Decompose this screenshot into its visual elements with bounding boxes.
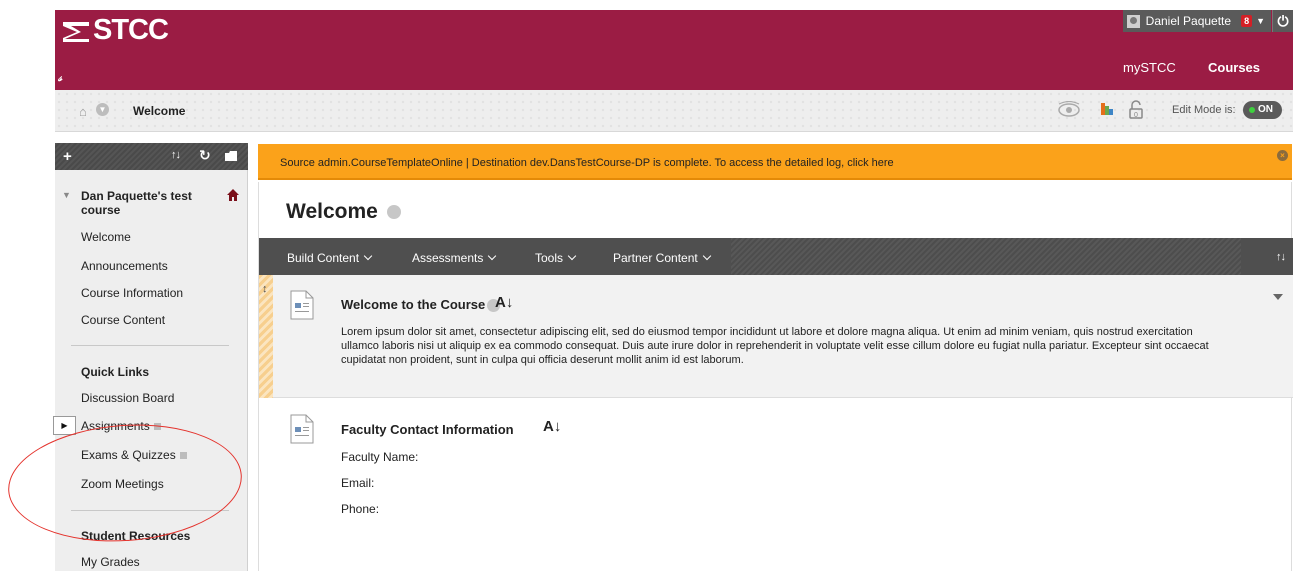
item-title-text: Welcome to the Course: [341, 297, 486, 312]
sidebar-toolbar: + ↑↓ ↻: [55, 143, 248, 170]
sidebar-item-assignments[interactable]: Assignments: [81, 419, 161, 433]
notification-badge[interactable]: 8: [1241, 15, 1253, 27]
header: STCC 𝓈 Daniel Paquette 8 ▼ ⏻ mySTCC Cour…: [55, 10, 1293, 90]
breadcrumb-bar: ⌂ ▼ Welcome 0 Edit Mode is: ON: [55, 90, 1293, 132]
hidden-from-students-icon: [153, 423, 161, 431]
page-title: Welcome: [286, 200, 378, 223]
unlock-icon[interactable]: 0: [1128, 100, 1144, 123]
hidden-from-students-icon: [179, 452, 187, 460]
quick-links-heading: Quick Links: [81, 365, 150, 379]
sidebar-item-label: Exams & Quizzes: [81, 448, 176, 462]
text-styling-icon[interactable]: A↓: [495, 294, 513, 311]
sidebar-item-welcome[interactable]: Welcome: [81, 230, 131, 244]
svg-text:0: 0: [1134, 112, 1138, 119]
nav-mystcc[interactable]: mySTCC: [1123, 60, 1176, 75]
app-window: STCC 𝓈 Daniel Paquette 8 ▼ ⏻ mySTCC Cour…: [0, 0, 1301, 571]
chevron-down-icon: [363, 251, 373, 261]
item-context-arrow-button[interactable]: ▶: [53, 416, 76, 435]
alert-message-link[interactable]: Source admin.CourseTemplateOnline | Dest…: [280, 157, 894, 169]
page-options-chevron-icon[interactable]: [387, 205, 401, 219]
menu-label: Tools: [535, 251, 564, 265]
main-content: Welcome Build Content Assessments Tools …: [258, 182, 1293, 571]
add-menu-item-icon[interactable]: +: [63, 148, 72, 165]
reorder-icon[interactable]: ↑↓: [171, 149, 181, 161]
sidebar-item-course-information[interactable]: Course Information: [81, 286, 183, 300]
item-body: Lorem ipsum dolor sit amet, consectetur …: [341, 326, 1209, 366]
course-menu-sidebar: + ↑↓ ↻ ▼ Dan Paquette's test course Welc…: [53, 143, 248, 571]
document-item-icon: [290, 414, 314, 444]
drag-arrows-icon[interactable]: ↕: [262, 283, 268, 295]
sidebar-item-discussion-board[interactable]: Discussion Board: [81, 391, 174, 405]
close-icon[interactable]: ×: [1277, 150, 1288, 161]
menu-label: Build Content: [287, 251, 360, 265]
course-name[interactable]: Dan Paquette's test course: [81, 189, 211, 217]
collapse-triangle-icon[interactable]: ▼: [62, 190, 71, 200]
sidebar-item-zoom-meetings[interactable]: Zoom Meetings: [81, 477, 164, 491]
user-menu[interactable]: Daniel Paquette 8 ▼: [1122, 10, 1271, 32]
partner-content-menu[interactable]: Partner Content: [613, 251, 711, 265]
chevron-down-icon: [488, 251, 497, 261]
student-resources-heading: Student Resources: [81, 529, 191, 543]
action-bar: Build Content Assessments Tools Partner …: [259, 238, 1293, 275]
item-menu-caret-icon[interactable]: [1273, 294, 1283, 300]
folder-view-icon[interactable]: [225, 150, 237, 161]
assessments-menu[interactable]: Assessments: [412, 251, 497, 265]
student-preview-eye-icon[interactable]: [1057, 100, 1081, 122]
email-field: Email:: [341, 476, 375, 490]
faculty-name-field: Faculty Name:: [341, 450, 419, 464]
chevron-down-icon: [567, 251, 577, 261]
chevron-down-icon[interactable]: ▼: [96, 103, 109, 116]
text-styling-icon[interactable]: A↓: [543, 418, 561, 435]
caret-down-icon[interactable]: ▼: [1256, 16, 1265, 26]
user-avatar-icon: [1126, 14, 1140, 28]
edit-mode-label: Edit Mode is:: [1172, 104, 1236, 116]
document-item-icon: [290, 290, 314, 320]
sidebar-item-announcements[interactable]: Announcements: [81, 259, 168, 273]
logo-mark-icon: [61, 19, 91, 43]
refresh-icon[interactable]: ↻: [199, 147, 211, 164]
course-home-icon[interactable]: [227, 189, 239, 204]
logo[interactable]: STCC: [61, 14, 169, 47]
home-icon[interactable]: ⌂: [79, 104, 87, 119]
status-alert: Source admin.CourseTemplateOnline | Dest…: [258, 144, 1292, 180]
link-icon[interactable]: 𝓈: [58, 72, 62, 85]
sidebar-item-course-content[interactable]: Course Content: [81, 313, 165, 327]
breadcrumb-title: Welcome: [133, 104, 186, 118]
color-palette-icon[interactable]: [1100, 102, 1114, 119]
item-title[interactable]: Faculty Contact Information: [341, 422, 514, 437]
logo-text: STCC: [93, 14, 169, 46]
sidebar-divider: [71, 510, 229, 511]
nav-courses[interactable]: Courses: [1208, 60, 1260, 75]
user-name: Daniel Paquette: [1145, 14, 1232, 28]
menu-label: Partner Content: [613, 251, 698, 265]
sidebar-item-exams-quizzes[interactable]: Exams & Quizzes: [81, 448, 187, 462]
drag-handle[interactable]: ↕: [259, 275, 273, 398]
logout-power-button[interactable]: ⏻: [1272, 10, 1293, 32]
sidebar-item-my-grades[interactable]: My Grades: [81, 555, 140, 569]
action-bar-filler: [731, 238, 1241, 275]
menu-label: Assessments: [412, 251, 484, 265]
tools-menu[interactable]: Tools: [535, 251, 577, 265]
build-content-menu[interactable]: Build Content: [287, 251, 373, 265]
reorder-icon[interactable]: ↑↓: [1276, 251, 1286, 263]
item-title[interactable]: Welcome to the Course: [341, 297, 501, 313]
chevron-down-icon: [702, 251, 711, 261]
edit-mode-toggle[interactable]: ON: [1243, 101, 1282, 119]
sidebar-item-label: Assignments: [81, 419, 150, 433]
sidebar-divider: [71, 345, 229, 346]
phone-field: Phone:: [341, 502, 380, 516]
content-item: ↕ Welcome to the Course A↓ Lorem ipsum d…: [259, 275, 1293, 398]
